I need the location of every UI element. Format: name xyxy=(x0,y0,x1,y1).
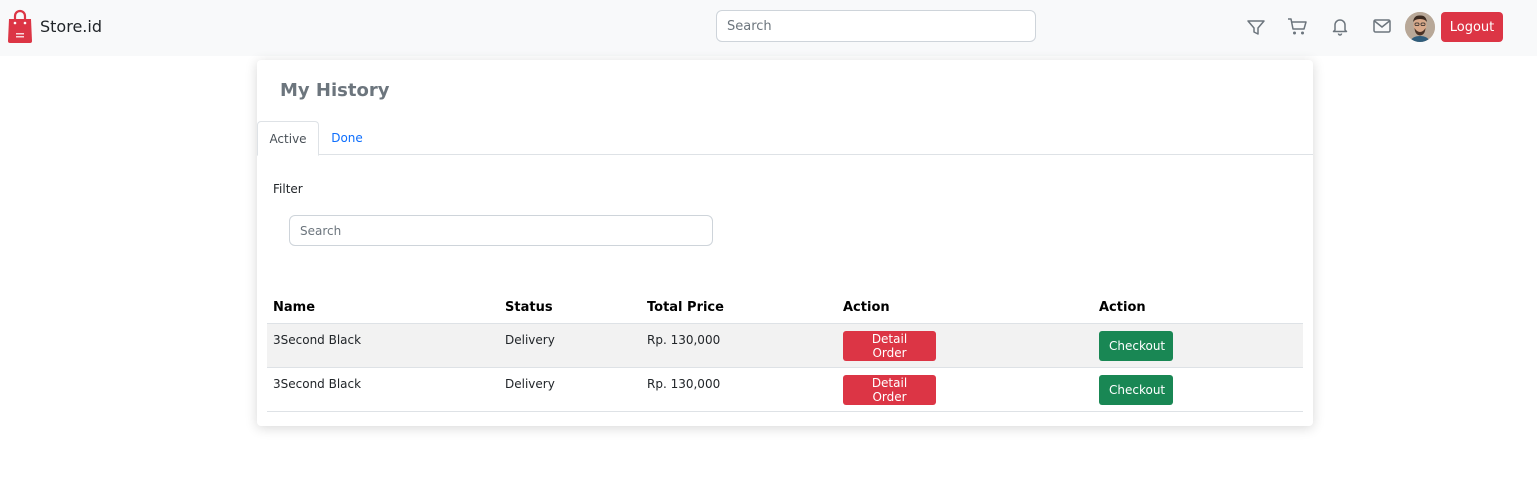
cell-action-checkout: Checkout xyxy=(1093,323,1303,368)
header-action: Action xyxy=(1093,292,1303,324)
detail-order-button[interactable]: Detail Order xyxy=(843,374,936,405)
navbar: Store.id Logout xyxy=(0,0,1537,56)
header-total-price: Total Price xyxy=(641,292,837,324)
cell-status: Delivery xyxy=(499,323,641,368)
table-row: 3Second Black Delivery Rp. 130,000 Detai… xyxy=(267,323,1303,368)
checkout-button[interactable]: Checkout xyxy=(1099,374,1173,405)
history-card: My History Active Done Filter Name Statu… xyxy=(257,60,1313,426)
orders-table: Name Status Total Price Action Action 3S… xyxy=(267,292,1303,412)
brand[interactable]: Store.id xyxy=(7,9,102,43)
header-name: Name xyxy=(267,292,499,324)
table-row: 3Second Black Delivery Rp. 130,000 Detai… xyxy=(267,367,1303,412)
tabs: Active Done xyxy=(257,121,1313,156)
cell-name: 3Second Black xyxy=(267,323,499,368)
header-action: Action xyxy=(837,292,1093,324)
cell-name: 3Second Black xyxy=(267,367,499,412)
cell-total-price: Rp. 130,000 xyxy=(641,323,837,368)
brand-name: Store.id xyxy=(40,16,102,36)
filter-search-input[interactable] xyxy=(289,215,713,246)
navbar-search-input[interactable] xyxy=(716,10,1036,42)
cell-status: Delivery xyxy=(499,367,641,412)
mail-icon[interactable] xyxy=(1371,15,1393,37)
bell-icon[interactable] xyxy=(1329,15,1351,37)
logout-button[interactable]: Logout xyxy=(1441,12,1503,42)
filter-label: Filter xyxy=(273,182,303,196)
shopping-bag-icon xyxy=(8,9,32,43)
cell-action-detail: Detail Order xyxy=(837,367,1093,412)
cart-icon[interactable] xyxy=(1286,15,1308,37)
tab-active[interactable]: Active xyxy=(257,121,319,156)
tab-done[interactable]: Done xyxy=(319,121,375,155)
header-status: Status xyxy=(499,292,641,324)
page-title: My History xyxy=(280,80,390,101)
cell-action-detail: Detail Order xyxy=(837,323,1093,368)
avatar-image xyxy=(1405,12,1435,42)
cell-action-checkout: Checkout xyxy=(1093,367,1303,412)
checkout-button[interactable]: Checkout xyxy=(1099,330,1173,361)
filter-icon[interactable] xyxy=(1245,16,1267,38)
cell-total-price: Rp. 130,000 xyxy=(641,367,837,412)
avatar[interactable] xyxy=(1405,12,1435,42)
detail-order-button[interactable]: Detail Order xyxy=(843,330,936,361)
table-header-row: Name Status Total Price Action Action xyxy=(267,292,1303,324)
